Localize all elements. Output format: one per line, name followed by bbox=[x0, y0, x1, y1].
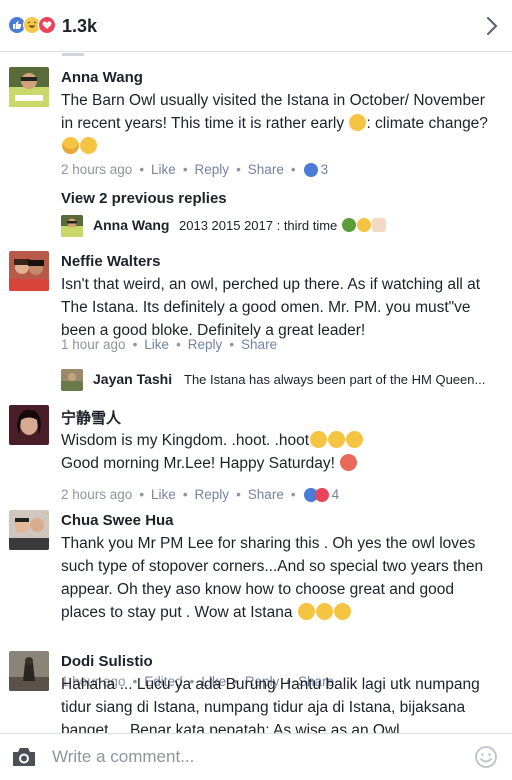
separator-dot: • bbox=[132, 337, 138, 352]
expressionless-emoji-icon bbox=[315, 603, 333, 620]
comment-time: 2 hours ago bbox=[61, 162, 133, 177]
avatar[interactable] bbox=[9, 67, 49, 107]
reply-text: 2013 2015 2017 : third time bbox=[179, 218, 386, 233]
like-link[interactable]: Like bbox=[144, 337, 169, 352]
comment-body: Good morning Mr.Lee! Happy Saturday! bbox=[61, 455, 335, 472]
avatar[interactable] bbox=[9, 251, 49, 291]
reply-author[interactable]: Jayan Tashi bbox=[93, 371, 172, 387]
like-link[interactable]: Like bbox=[151, 162, 176, 177]
reactions-bar[interactable]: 1.3k bbox=[0, 0, 512, 52]
comment-body: Wisdom is my Kingdom. .hoot. .hoot bbox=[61, 432, 310, 449]
reaction-icons bbox=[8, 16, 56, 34]
camera-icon[interactable] bbox=[11, 746, 37, 773]
avatar[interactable] bbox=[9, 405, 49, 445]
avatar[interactable] bbox=[9, 510, 49, 550]
rose-emoji-icon bbox=[340, 454, 358, 471]
comment-text: Thank you Mr PM Lee for sharing this . O… bbox=[61, 532, 501, 624]
separator-dot: • bbox=[182, 487, 188, 502]
like-link[interactable]: Like bbox=[151, 487, 176, 502]
grinning-emoji-icon bbox=[80, 137, 97, 154]
comment-text: Isn't that weird, an owl, perched up the… bbox=[61, 276, 481, 339]
separator-dot: • bbox=[229, 337, 235, 352]
share-link[interactable]: Share bbox=[248, 162, 284, 177]
comment-author[interactable]: Chua Swee Hua bbox=[61, 512, 174, 529]
reply-text: The Istana has always been part of the H… bbox=[184, 372, 486, 387]
reply-author[interactable]: Anna Wang bbox=[93, 217, 169, 233]
comment-composer bbox=[0, 733, 512, 780]
separator-dot: • bbox=[236, 162, 241, 177]
halo-smile-emoji-icon bbox=[356, 218, 371, 232]
separator-dot: • bbox=[236, 487, 241, 502]
expressionless-emoji-icon bbox=[310, 431, 328, 448]
separator-dot: • bbox=[139, 487, 145, 502]
expressionless-emoji-icon bbox=[346, 431, 364, 448]
like-icon bbox=[303, 162, 318, 177]
comment-author[interactable]: Anna Wang bbox=[61, 69, 143, 86]
comment-actions: 1 hour ago • Like • Reply • Share bbox=[61, 337, 277, 352]
hand-emoji-icon bbox=[371, 218, 386, 232]
reply-link[interactable]: Reply bbox=[195, 487, 230, 502]
separator-dot: • bbox=[290, 162, 296, 177]
separator-dot: • bbox=[290, 487, 296, 502]
separator-dot: • bbox=[182, 162, 188, 177]
sweat-smile-emoji-icon bbox=[62, 137, 79, 154]
reaction-count[interactable]: 1.3k bbox=[62, 16, 97, 37]
share-link[interactable]: Share bbox=[241, 337, 277, 352]
divider-stub bbox=[62, 53, 84, 56]
comment-time: 1 hour ago bbox=[61, 337, 126, 352]
reaction-count[interactable]: 4 bbox=[332, 487, 340, 502]
emoji-picker-icon[interactable] bbox=[474, 745, 498, 774]
chevron-right-icon[interactable] bbox=[486, 16, 498, 41]
comment-time: 2 hours ago bbox=[61, 487, 133, 502]
comment-body: Thank you Mr PM Lee for sharing this . O… bbox=[61, 535, 484, 621]
comment-text: Wisdom is my Kingdom. .hoot. .hoot Good … bbox=[61, 429, 501, 475]
reply-preview[interactable]: Jayan Tashi The Istana has always been p… bbox=[61, 368, 506, 394]
reply-link[interactable]: Reply bbox=[195, 162, 230, 177]
comment-line: Good morning Mr.Lee! Happy Saturday! bbox=[61, 452, 501, 475]
love-icon bbox=[38, 16, 56, 34]
separator-dot: • bbox=[139, 162, 145, 177]
comment-input[interactable] bbox=[52, 744, 452, 770]
comment-author[interactable]: Dodi Sulistio bbox=[61, 653, 153, 670]
expressionless-emoji-icon bbox=[328, 431, 346, 448]
reaction-count[interactable]: 3 bbox=[321, 162, 329, 177]
comment-body-tail: : climate change? bbox=[366, 115, 488, 132]
angry-icon bbox=[314, 487, 329, 502]
comment-line: Wisdom is my Kingdom. .hoot. .hoot bbox=[61, 429, 501, 452]
comment-list[interactable]: Anna Wang The Barn Owl usually visited t… bbox=[0, 53, 512, 733]
reply-preview[interactable]: Anna Wang 2013 2015 2017 : third time bbox=[61, 214, 506, 240]
clover-emoji-icon bbox=[341, 218, 356, 232]
share-link[interactable]: Share bbox=[248, 487, 284, 502]
avatar[interactable] bbox=[61, 369, 83, 391]
grinning-emoji-icon bbox=[333, 603, 351, 620]
comment-actions: 2 hours ago • Like • Reply • Share • 3 bbox=[61, 162, 328, 177]
reply-body: 2013 2015 2017 : third time bbox=[179, 218, 338, 233]
comment-text: Hahaha ... Lucu ya ada Burung Hantu bali… bbox=[61, 676, 480, 733]
avatar[interactable] bbox=[61, 215, 83, 237]
separator-dot: • bbox=[176, 337, 181, 352]
avatar[interactable] bbox=[9, 651, 49, 691]
smirk-emoji-icon bbox=[297, 603, 315, 620]
grinning-emoji-icon bbox=[349, 114, 367, 131]
reply-link[interactable]: Reply bbox=[188, 337, 223, 352]
view-previous-replies-link[interactable]: View 2 previous replies bbox=[61, 190, 227, 207]
comment-author[interactable]: Neffie Walters bbox=[61, 253, 160, 270]
comment-author[interactable]: 宁静雪人 bbox=[61, 407, 121, 428]
comment-actions: 2 hours ago • Like • Reply • Share • 4 bbox=[61, 487, 339, 502]
comment-text: The Barn Owl usually visited the Istana … bbox=[61, 89, 501, 158]
